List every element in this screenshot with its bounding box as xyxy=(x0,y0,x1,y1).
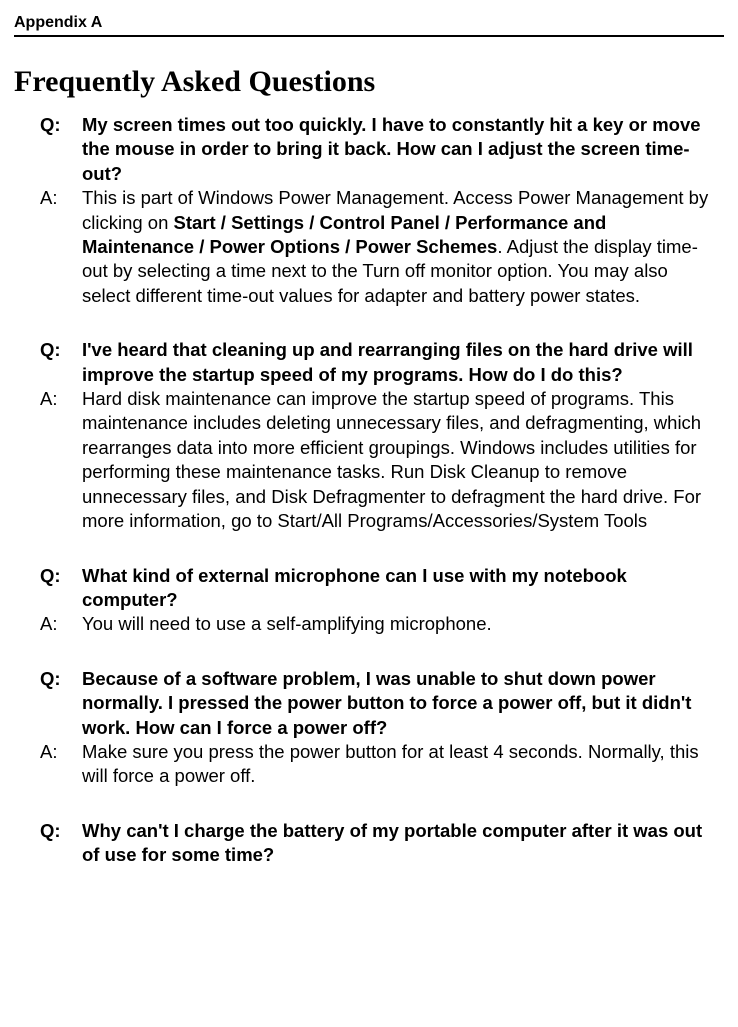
question-label: Q: xyxy=(40,819,82,843)
question-row: Q: My screen times out too quickly. I ha… xyxy=(40,113,718,186)
faq-item: Q: Because of a software problem, I was … xyxy=(40,667,718,789)
question-text: I've heard that cleaning up and rearrang… xyxy=(82,338,718,387)
question-label: Q: xyxy=(40,113,82,137)
question-row: Q: I've heard that cleaning up and rearr… xyxy=(40,338,718,387)
answer-text: You will need to use a self-amplifying m… xyxy=(82,612,718,636)
answer-text: Make sure you press the power button for… xyxy=(82,740,718,789)
question-row: Q: Because of a software problem, I was … xyxy=(40,667,718,740)
faq-item: Q: I've heard that cleaning up and rearr… xyxy=(40,338,718,533)
question-label: Q: xyxy=(40,667,82,691)
faq-list: Q: My screen times out too quickly. I ha… xyxy=(14,113,724,868)
faq-item: Q: Why can't I charge the battery of my … xyxy=(40,819,718,868)
question-text: My screen times out too quickly. I have … xyxy=(82,113,718,186)
question-row: Q: What kind of external microphone can … xyxy=(40,564,718,613)
answer-label: A: xyxy=(40,612,82,636)
page-title: Frequently Asked Questions xyxy=(14,65,724,99)
question-text: What kind of external microphone can I u… xyxy=(82,564,718,613)
question-label: Q: xyxy=(40,564,82,588)
answer-label: A: xyxy=(40,387,82,411)
answer-label: A: xyxy=(40,740,82,764)
answer-row: A: This is part of Windows Power Managem… xyxy=(40,186,718,308)
answer-text: This is part of Windows Power Management… xyxy=(82,186,718,308)
answer-text: Hard disk maintenance can improve the st… xyxy=(82,387,718,533)
faq-item: Q: My screen times out too quickly. I ha… xyxy=(40,113,718,308)
question-label: Q: xyxy=(40,338,82,362)
answer-row: A: You will need to use a self-amplifyin… xyxy=(40,612,718,636)
answer-row: A: Make sure you press the power button … xyxy=(40,740,718,789)
question-text: Because of a software problem, I was una… xyxy=(82,667,718,740)
answer-label: A: xyxy=(40,186,82,210)
faq-item: Q: What kind of external microphone can … xyxy=(40,564,718,637)
question-row: Q: Why can't I charge the battery of my … xyxy=(40,819,718,868)
answer-row: A: Hard disk maintenance can improve the… xyxy=(40,387,718,533)
question-text: Why can't I charge the battery of my por… xyxy=(82,819,718,868)
appendix-header: Appendix A xyxy=(14,14,724,37)
